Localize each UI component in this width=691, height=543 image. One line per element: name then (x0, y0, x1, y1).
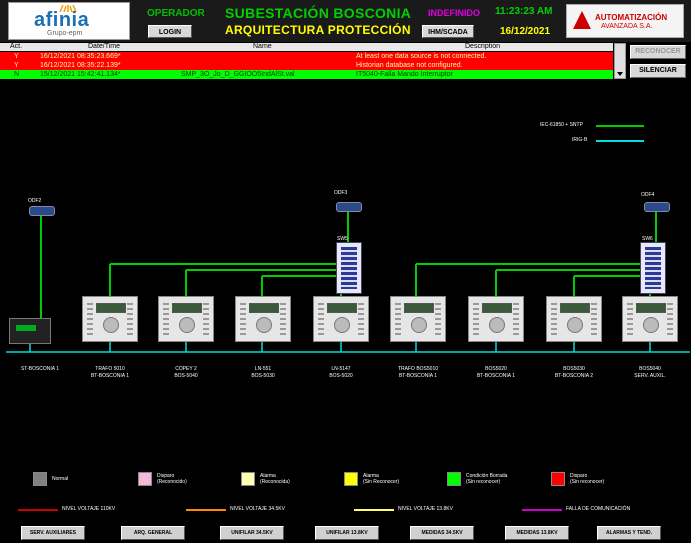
protection-relay[interactable] (390, 296, 446, 342)
legend-normal-swatch (33, 472, 47, 486)
legend-condicion-label: Condición Borrada (Sin reconocer) (466, 473, 508, 485)
router-icon (644, 202, 670, 212)
nav-medidas-138[interactable]: MEDIDAS 13.8KV (505, 526, 569, 540)
router-icon (29, 206, 55, 216)
legend-disparo-sin-swatch (551, 472, 565, 486)
legend-disparo-rec-swatch (138, 472, 152, 486)
device-label: COPEY 2 BOS-5040 (174, 366, 198, 379)
protection-relay[interactable] (546, 296, 602, 342)
volt-138-line (354, 509, 394, 511)
device-label: BOS5040 SERV. AUXIL. (634, 366, 666, 379)
volt-345-label: NIVEL VOLTAJE 34.5KV (230, 506, 285, 512)
legend-alarma-sin-swatch (344, 472, 358, 486)
legend-condicion-swatch (447, 472, 461, 486)
comm-fail-label: FALLA DE COMUNICACIÓN (566, 506, 631, 512)
legend-alarma-sin-label: Alarma (Sin Reconocer) (363, 473, 400, 485)
legend-disparo-sin-label: Disparo (Sin reconocer) (570, 473, 605, 485)
odf2-label: ODF2 (28, 198, 42, 204)
protection-relay[interactable] (313, 296, 369, 342)
legend-alarma-rec-swatch (241, 472, 255, 486)
legend-disparo-rec-label: Disparo (Reconocido) (157, 473, 187, 485)
legend-normal-label: Normal (52, 476, 69, 482)
nav-unifilar-138[interactable]: UNIFILAR 13.8KV (315, 526, 379, 540)
volt-110-label: NIVEL VOLTAJE 110KV (62, 506, 116, 512)
network-switch[interactable] (640, 242, 666, 294)
nav-alarmas-tend[interactable]: ALARMAS Y TEND. (597, 526, 661, 540)
odf3-label: ODF3 (334, 190, 348, 196)
nav-arq-general[interactable]: ARQ. GENERAL (121, 526, 185, 540)
nav-serv-auxiliares[interactable]: SERV. AUXILIARES (21, 526, 85, 540)
legend-alarma-rec-label: Alarma (Reconocida) (260, 473, 290, 485)
volt-138-label: NIVEL VOLTAJE 13.8KV (398, 506, 453, 512)
protection-relay[interactable] (158, 296, 214, 342)
protection-relay[interactable] (468, 296, 524, 342)
protection-relay[interactable] (82, 296, 138, 342)
volt-110-line (18, 509, 58, 511)
router-icon (336, 202, 362, 212)
comm-fail-line (522, 509, 562, 511)
nav-medidas-345[interactable]: MEDIDAS 34.5KV (410, 526, 474, 540)
protection-relay[interactable] (622, 296, 678, 342)
protection-relay[interactable] (235, 296, 291, 342)
volt-345-line (186, 509, 226, 511)
device-label: BOS5030 BT-BOSCONIA 2 (554, 366, 594, 379)
device-label: TRAFO 5010 BT-BOSCONIA 1 (90, 366, 130, 379)
network-switch[interactable] (336, 242, 362, 294)
device-label: ST-BOSCONIA 1 (20, 366, 60, 372)
nav-unifilar-345[interactable]: UNIFILAR 34.5KV (220, 526, 284, 540)
odf4-label: ODF4 (641, 192, 655, 198)
device-label: LN-5147 BOS-5020 (329, 366, 353, 379)
device-label: LN-551 BOS-5030 (251, 366, 275, 379)
device-label: BOS5020 BT-BOSCONIA 1 (476, 366, 516, 379)
rack-display (16, 325, 36, 331)
device-label: TRAFO BOS5010 BT-BOSCONIA 1 (397, 366, 438, 379)
gps-clock-rack[interactable] (9, 318, 51, 344)
